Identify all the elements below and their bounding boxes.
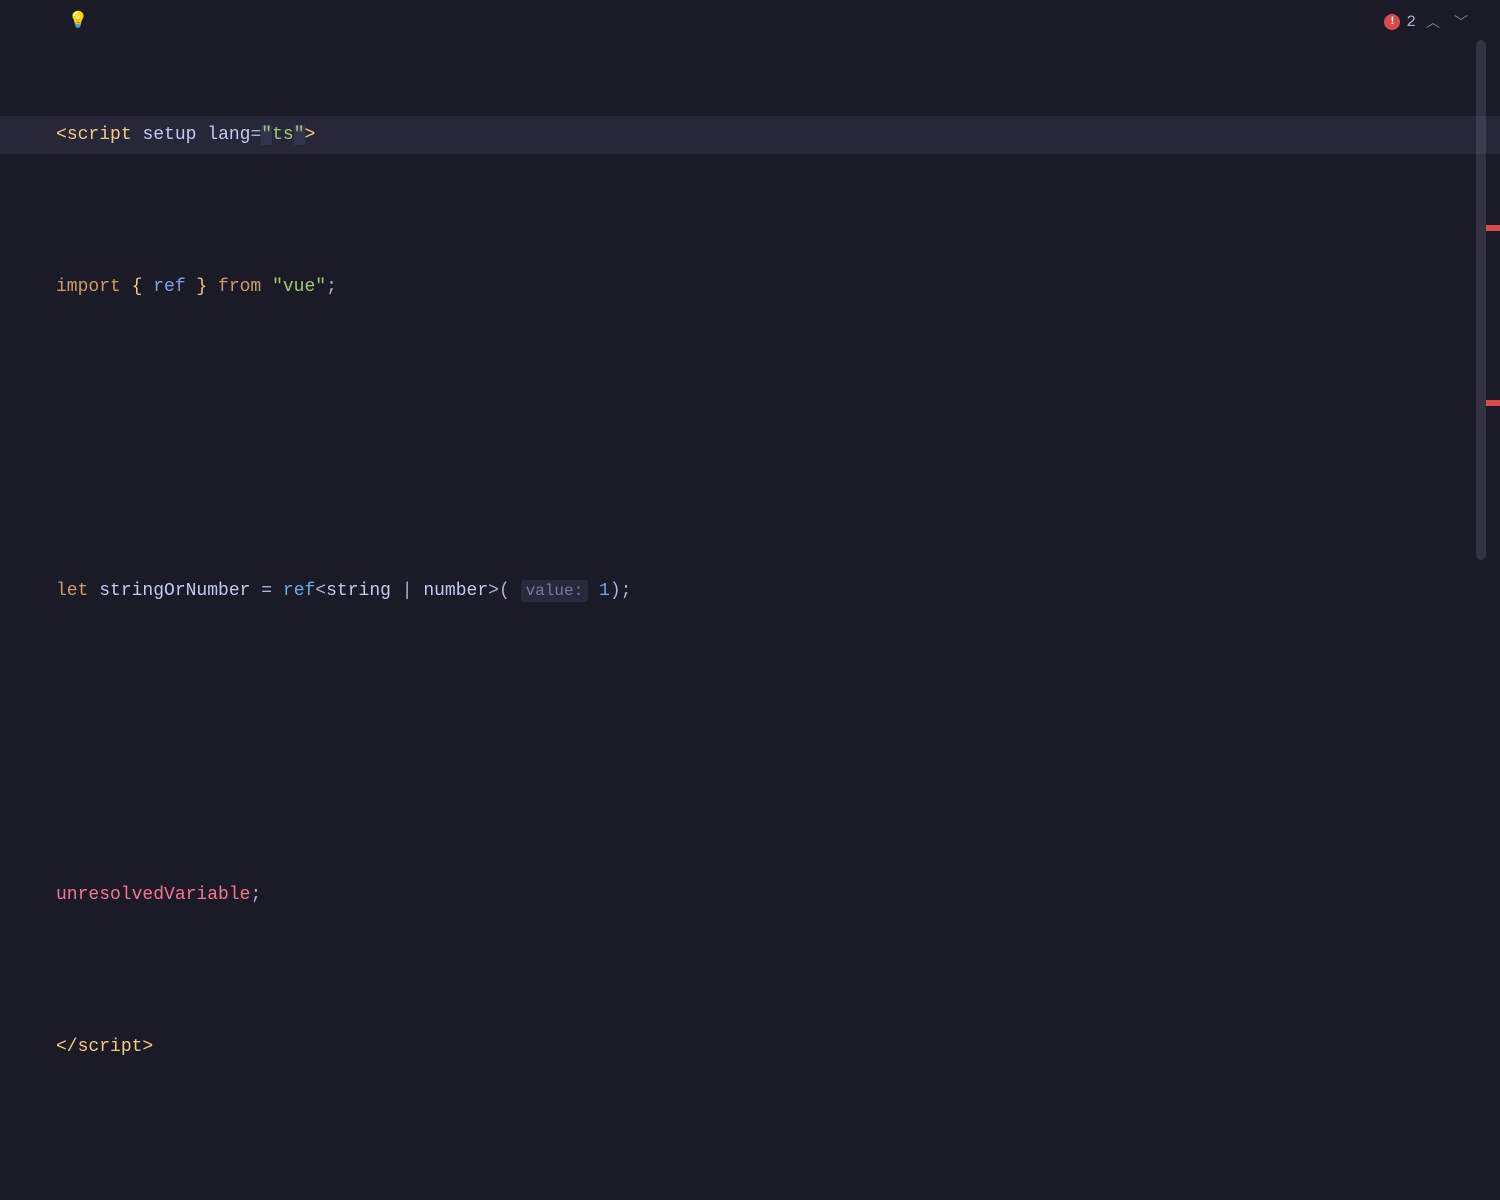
error-indicator: ! 2 ︿ ﹀ bbox=[1384, 12, 1472, 32]
error-mark[interactable] bbox=[1486, 400, 1500, 406]
lightbulb-icon[interactable]: 💡 bbox=[68, 10, 88, 30]
code-line[interactable] bbox=[56, 724, 1470, 762]
scrollbar-thumb[interactable] bbox=[1476, 40, 1486, 560]
code-line[interactable]: let stringOrNumber = ref<string | number… bbox=[56, 572, 1470, 610]
inlay-hint: value: bbox=[521, 580, 589, 602]
error-token: unresolvedVariable bbox=[56, 885, 250, 905]
error-icon[interactable]: ! bbox=[1384, 14, 1400, 30]
code-line[interactable]: <script setup lang="ts"> bbox=[0, 116, 1500, 154]
code-line[interactable]: unresolvedVariable; bbox=[56, 876, 1470, 914]
code-line[interactable]: </script> bbox=[56, 1028, 1470, 1066]
error-count: 2 bbox=[1406, 13, 1416, 31]
next-error-icon[interactable]: ﹀ bbox=[1450, 12, 1472, 32]
code-editor[interactable]: <script setup lang="ts"> import { ref } … bbox=[56, 40, 1470, 1200]
code-line[interactable] bbox=[56, 1180, 1470, 1200]
editor-container: 💡 ! 2 ︿ ﹀ <script setup lang="ts"> impor… bbox=[0, 0, 1500, 600]
code-line[interactable] bbox=[56, 420, 1470, 458]
scrollbar-marks bbox=[1486, 0, 1500, 600]
error-mark[interactable] bbox=[1486, 225, 1500, 231]
prev-error-icon[interactable]: ︿ bbox=[1422, 12, 1444, 32]
code-line[interactable]: import { ref } from "vue"; bbox=[56, 268, 1470, 306]
